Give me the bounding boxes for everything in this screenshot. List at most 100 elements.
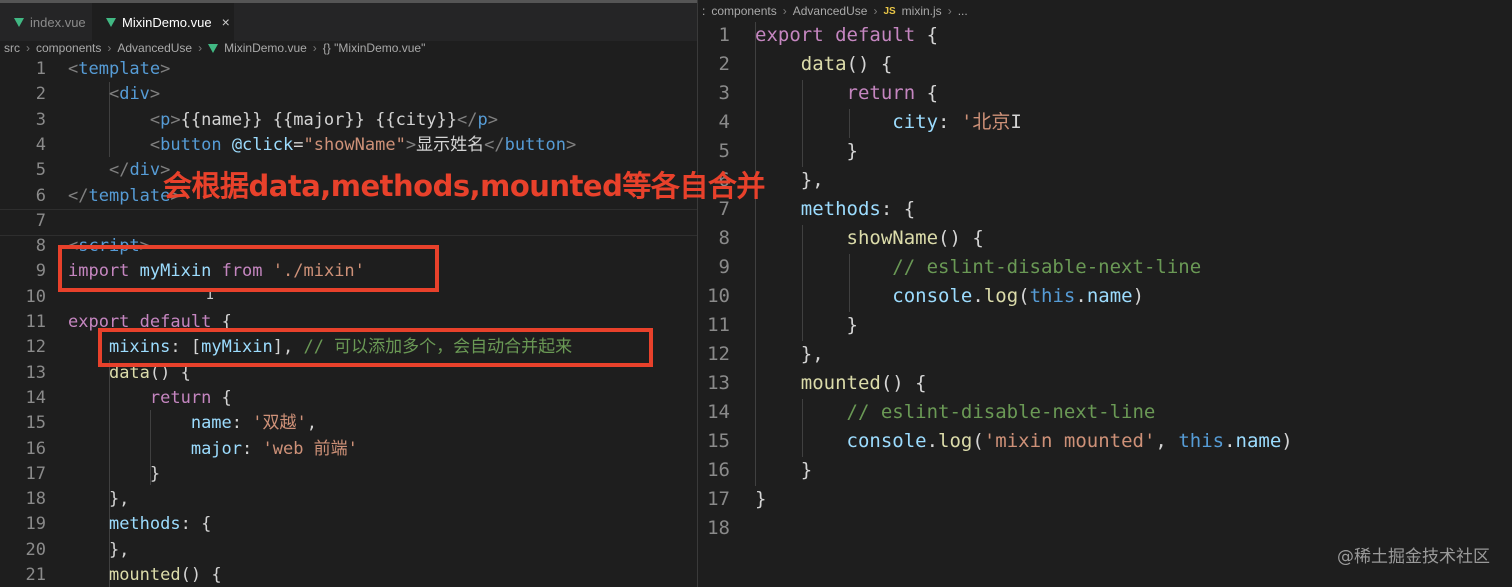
code-token: this [1029,285,1076,307]
breadcrumb: : components › AdvancedUse › JS mixin.js › … [702,4,968,18]
code-line[interactable]: 15 console.log('mixin mounted', this.nam… [698,427,1512,456]
line-number: 20 [25,539,46,560]
code-token: name [190,413,232,434]
code-text: return { [755,79,939,108]
code-token: } [755,140,858,162]
code-line[interactable]: 5 } [698,137,1512,166]
code-token: { [915,82,939,104]
code-token: major [190,438,243,459]
code-text: </div> [68,158,170,183]
code-line[interactable]: 4 <button @click="showName">显示姓名</button… [0,133,697,158]
code-token: () { [880,372,927,394]
code-token: div [119,84,150,105]
code-line[interactable]: 17} [698,485,1512,514]
code-token: } [755,314,858,336]
code-token: return [846,82,916,104]
code-text: console.log('mixin mounted', this.name) [755,427,1293,456]
code-text: } [755,485,766,514]
highlight-box-mixins [98,328,653,367]
code-token: ( [1018,285,1030,307]
code-line[interactable]: 1 <template> [0,57,697,82]
breadcrumb-item[interactable]: AdvancedUse [793,4,868,18]
code-line[interactable]: 15 name: '双越', [0,411,697,436]
code-token: : { [880,198,916,220]
line-number: 9 [35,261,46,282]
code-line[interactable]: 13 mounted() { [698,369,1512,398]
code-line[interactable]: 17 } [0,462,697,487]
code-token: > [566,134,577,155]
vue-file-icon [14,17,24,27]
breadcrumb-item[interactable]: mixin.js [902,4,942,18]
code-token: template [88,185,171,206]
line-number: 4 [35,134,46,155]
code-line[interactable]: 14 return { [0,386,697,411]
code-line[interactable]: 4 city: '北京I [698,108,1512,137]
code-line[interactable]: 2 <div> [0,82,697,107]
code-text: <template> [68,57,170,82]
code-token: > [170,109,181,130]
code-line[interactable]: 2 data() { [698,50,1512,79]
code-token: p [160,109,171,130]
breadcrumb-item[interactable]: MixinDemo.vue [224,41,307,55]
code-line[interactable]: 7 methods: { [698,195,1512,224]
tab-mixindemo-vue[interactable]: MixinDemo.vue × [92,3,234,41]
code-token: data [800,53,847,75]
breadcrumb-item[interactable]: {} "MixinDemo.vue" [323,41,426,55]
code-text: data() { [755,50,893,79]
code-token: mounted [800,372,881,394]
tab-index-vue[interactable]: index.vue [0,3,92,41]
code-line[interactable]: 3 <p>{{name}} {{major}} {{city}}</p> [0,108,697,133]
code-token: name [1086,285,1133,307]
code-token: "showName" [303,134,406,155]
code-line[interactable]: 12 }, [698,340,1512,369]
code-line[interactable]: 6 }, [698,166,1512,195]
code-line[interactable]: 18 }, [0,487,697,512]
code-token: . [972,285,984,307]
code-line[interactable]: 8 showName() { [698,224,1512,253]
code-token: : { [180,514,212,535]
breadcrumb-item[interactable]: components [36,41,101,55]
code-token: @click [231,134,294,155]
code-token: : [242,438,263,459]
code-line[interactable]: 11 } [698,311,1512,340]
code-line[interactable]: 1 export default { [698,21,1512,50]
code-token: } [755,459,813,481]
code-token: </ [484,134,505,155]
close-icon[interactable]: × [222,14,230,30]
code-text: city: '北京I [755,108,1022,137]
code-line[interactable]: 18 [698,514,1512,543]
js-file-icon: JS [883,5,896,17]
code-token: < [149,134,161,155]
code-token: div [129,160,161,181]
breadcrumb-item[interactable]: ... [958,4,968,18]
vue-file-icon [208,43,219,53]
breadcrumb-item[interactable]: components [711,4,776,18]
code-token: () { [846,53,893,75]
line-number: 15 [707,430,730,452]
breadcrumb-item[interactable]: AdvancedUse [117,41,192,55]
code-line[interactable]: 20 }, [0,538,697,563]
code-line[interactable]: 19 methods: { [0,512,697,537]
code-line[interactable]: 10 console.log(this.name) [698,282,1512,311]
code-token: button [160,134,222,155]
code-line[interactable]: 16 } [698,456,1512,485]
code-line[interactable]: 16 major: 'web 前端' [0,437,697,462]
code-line[interactable]: 14 // eslint-disable-next-line [698,398,1512,427]
breadcrumb-item[interactable]: src [4,41,20,55]
code-line[interactable]: 7 [0,209,697,234]
code-token: ) [1132,285,1145,307]
line-number: 15 [25,413,46,434]
code-line[interactable]: 21 mounted() { [0,563,697,587]
code-line[interactable]: 9 // eslint-disable-next-line [698,253,1512,282]
code-token: </ [456,109,478,130]
line-number: 17 [25,463,46,484]
code-line[interactable]: 3 return { [698,79,1512,108]
